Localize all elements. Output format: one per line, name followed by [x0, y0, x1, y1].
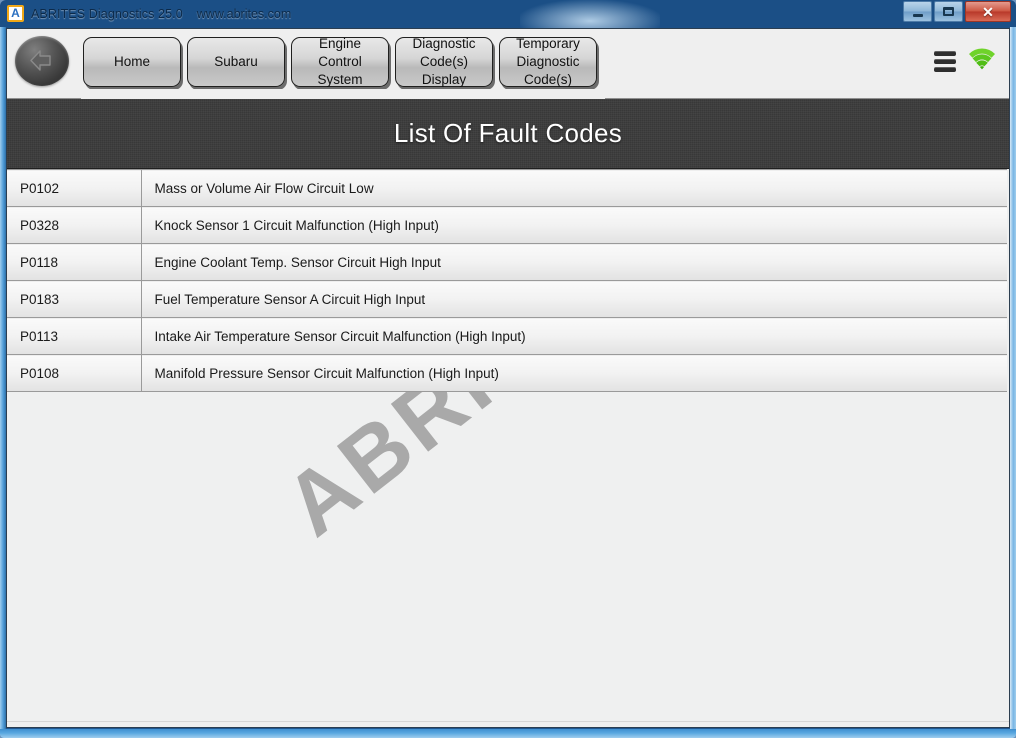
menu-icon[interactable] — [934, 50, 956, 72]
breadcrumb-item-home[interactable]: Home — [83, 37, 181, 87]
breadcrumb-item-diagnostic-codes-display[interactable]: Diagnostic Code(s) Display — [395, 36, 493, 87]
breadcrumb-item-temporary-diagnostic-codes[interactable]: Temporary Diagnostic Code(s) — [499, 36, 597, 87]
table-row[interactable]: P0108 Manifold Pressure Sensor Circuit M… — [7, 354, 1007, 392]
window-url: www.abrites.com — [196, 6, 292, 21]
maximize-button[interactable] — [934, 1, 963, 22]
breadcrumb-label: Subaru — [214, 54, 258, 69]
status-strip — [7, 721, 1009, 727]
client-area: Home Subaru Engine Control System Diagno… — [6, 28, 1010, 728]
breadcrumb-item-engine-control-system[interactable]: Engine Control System — [291, 36, 389, 87]
table-row[interactable]: P0183 Fuel Temperature Sensor A Circuit … — [7, 280, 1007, 318]
content-area: ABRITES P0102 Mass or Volume Air Flow Ci… — [7, 169, 1009, 727]
toolbar-icons — [934, 48, 997, 74]
window-controls: ✕ — [901, 1, 1011, 22]
breadcrumb-label: Engine Control System — [317, 36, 363, 87]
fault-code: P0102 — [7, 169, 142, 207]
page-header: List Of Fault Codes — [7, 99, 1009, 169]
fault-description: Knock Sensor 1 Circuit Malfunction (High… — [141, 206, 1007, 244]
close-icon: ✕ — [982, 3, 994, 20]
minimize-icon — [912, 13, 923, 17]
window-border-bottom — [0, 729, 1016, 738]
fault-description: Mass or Volume Air Flow Circuit Low — [141, 169, 1007, 207]
title-bar[interactable]: A ABRITES Diagnostics 25.0 www.abrites.c… — [0, 0, 1016, 27]
breadcrumb: Home Subaru Engine Control System Diagno… — [81, 36, 605, 105]
fault-codes-body: P0102 Mass or Volume Air Flow Circuit Lo… — [7, 169, 1007, 392]
table-row[interactable]: P0328 Knock Sensor 1 Circuit Malfunction… — [7, 206, 1007, 244]
window-border-left — [0, 27, 6, 738]
minimize-button[interactable] — [903, 1, 932, 22]
breadcrumb-label: Temporary Diagnostic Code(s) — [516, 36, 580, 87]
fault-code: P0118 — [7, 243, 142, 281]
fault-code: P0108 — [7, 354, 142, 392]
fault-code: P0113 — [7, 317, 142, 355]
application-window: A ABRITES Diagnostics 25.0 www.abrites.c… — [0, 0, 1016, 738]
window-border-right — [1010, 27, 1016, 738]
fault-description: Intake Air Temperature Sensor Circuit Ma… — [141, 317, 1007, 355]
breadcrumb-label: Home — [113, 54, 150, 69]
breadcrumb-label: Diagnostic Code(s) Display — [412, 36, 476, 87]
fault-description: Manifold Pressure Sensor Circuit Malfunc… — [141, 354, 1007, 392]
maximize-icon — [943, 7, 954, 16]
table-row[interactable]: P0113 Intake Air Temperature Sensor Circ… — [7, 317, 1007, 355]
wifi-signal-icon[interactable] — [967, 48, 997, 74]
window-title: ABRITES Diagnostics 25.0 — [31, 6, 183, 21]
close-button[interactable]: ✕ — [965, 1, 1011, 22]
app-icon: A — [7, 5, 24, 22]
back-arrow-icon — [30, 50, 51, 71]
back-button[interactable] — [15, 36, 69, 86]
fault-codes-table: P0102 Mass or Volume Air Flow Circuit Lo… — [7, 169, 1007, 392]
page-title: List Of Fault Codes — [393, 118, 623, 148]
breadcrumb-item-subaru[interactable]: Subaru — [187, 37, 285, 87]
table-row[interactable]: P0118 Engine Coolant Temp. Sensor Circui… — [7, 243, 1007, 281]
fault-description: Engine Coolant Temp. Sensor Circuit High… — [141, 243, 1007, 281]
table-row[interactable]: P0102 Mass or Volume Air Flow Circuit Lo… — [7, 169, 1007, 207]
navigation-toolbar: Home Subaru Engine Control System Diagno… — [7, 29, 1009, 105]
fault-code: P0183 — [7, 280, 142, 318]
fault-description: Fuel Temperature Sensor A Circuit High I… — [141, 280, 1007, 318]
fault-code: P0328 — [7, 206, 142, 244]
